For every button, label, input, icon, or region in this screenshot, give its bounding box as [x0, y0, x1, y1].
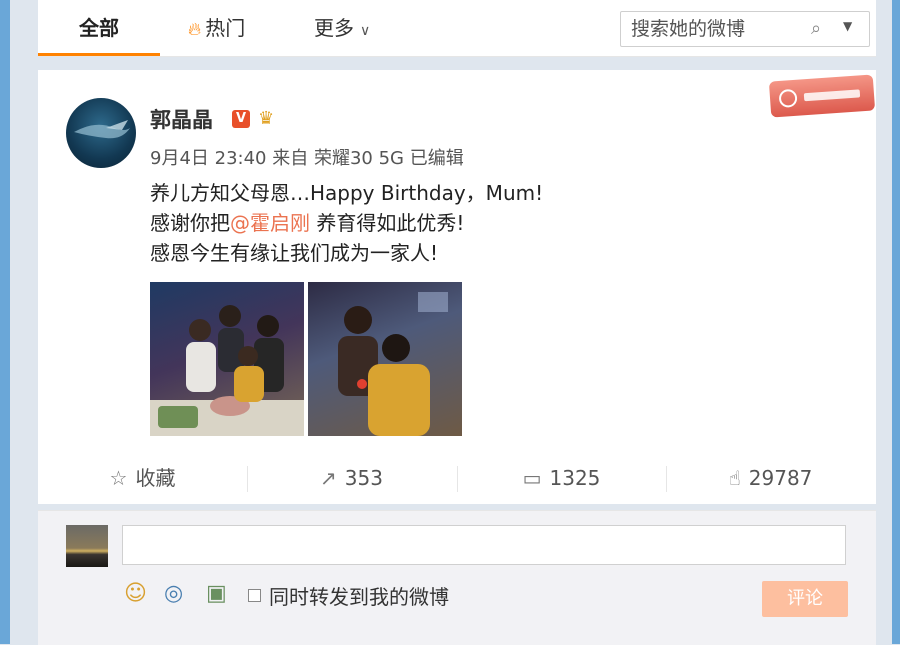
repost-checkbox-option[interactable]: 同时转发到我的微博 — [248, 581, 449, 610]
thumbs-up-icon: ☝ — [728, 466, 741, 490]
favorite-button[interactable]: ☆ 收藏 — [38, 456, 247, 500]
tab-bar: 全部 🔥︎热门 更多 ∨ ⌕ ▼ — [38, 0, 876, 57]
post-text-line-3: 感恩今生有缘让我们成为一家人! — [150, 241, 439, 265]
emoji-icon[interactable]: ☺ — [124, 581, 147, 606]
tab-all-label: 全部 — [79, 16, 119, 40]
search-icon[interactable]: ⌕ — [811, 18, 821, 39]
dropdown-arrow-icon[interactable]: ▼ — [843, 19, 852, 33]
right-edge-strip — [892, 0, 900, 644]
post-photo-1[interactable] — [150, 282, 304, 436]
comment-input[interactable] — [122, 525, 846, 565]
comment-icon: ▭ — [522, 466, 542, 490]
search-input[interactable] — [629, 16, 803, 42]
search-box: ⌕ ▼ — [620, 11, 870, 47]
tab-more[interactable]: 更多 ∨ — [314, 0, 370, 56]
post-text-line-1: 养儿方知父母恩…Happy Birthday，Mum! — [150, 181, 544, 205]
repost-count: 353 — [344, 466, 383, 490]
like-button[interactable]: ☝ 29787 — [666, 456, 875, 500]
submit-comment-button[interactable]: 评论 — [762, 581, 848, 617]
comment-button[interactable]: ▭ 1325 — [457, 456, 666, 500]
at-icon[interactable]: ◎ — [164, 581, 183, 606]
comment-count: 1325 — [549, 466, 601, 490]
post-photo-2[interactable] — [308, 282, 462, 436]
chevron-down-icon: ∨ — [360, 23, 371, 39]
promo-stamp-icon — [768, 74, 876, 118]
favorite-label: 收藏 — [135, 466, 176, 490]
verified-badge-icon: V — [232, 110, 250, 128]
tab-all[interactable]: 全部 — [38, 0, 160, 56]
like-count: 29787 — [748, 466, 813, 490]
author-name[interactable]: 郭晶晶 — [150, 104, 213, 134]
image-icon[interactable]: ▣ — [206, 581, 227, 606]
post-card: 郭晶晶 V ♛ 9月4日 23:40 来自 荣耀30 5G 已编辑 养儿方知父母… — [38, 70, 876, 504]
comment-area: ☺ ◎ ▣ 同时转发到我的微博 评论 — [38, 510, 876, 645]
tab-more-label: 更多 — [314, 16, 354, 40]
post-text-line-2-prefix: 感谢你把 — [150, 211, 230, 235]
post-text: 养儿方知父母恩…Happy Birthday，Mum! 感谢你把@霍启刚 养育得… — [150, 178, 543, 268]
repost-option-label: 同时转发到我的微博 — [269, 585, 449, 609]
repost-button[interactable]: ↗ 353 — [247, 456, 456, 500]
mention-link[interactable]: @霍启刚 — [230, 211, 310, 235]
left-edge-strip — [0, 0, 10, 644]
repost-checkbox[interactable] — [248, 589, 261, 602]
post-text-line-2-suffix: 养育得如此优秀! — [310, 211, 465, 235]
fire-icon: 🔥︎ — [188, 19, 202, 40]
tab-hot-label: 热门 — [205, 16, 246, 40]
tab-hot[interactable]: 🔥︎ 热门 — [188, 0, 245, 56]
post-text-line-2: 感谢你把@霍启刚 养育得如此优秀! — [150, 208, 543, 238]
post-meta: 9月4日 23:40 来自 荣耀30 5G 已编辑 — [150, 148, 464, 169]
action-bar: ☆ 收藏 ↗ 353 ▭ 1325 ☝ 29787 — [38, 456, 876, 500]
avatar[interactable] — [66, 98, 136, 168]
commenter-avatar — [66, 525, 108, 567]
member-crown-icon: ♛ — [258, 108, 275, 129]
share-icon: ↗ — [320, 466, 337, 490]
star-icon: ☆ — [109, 466, 128, 490]
